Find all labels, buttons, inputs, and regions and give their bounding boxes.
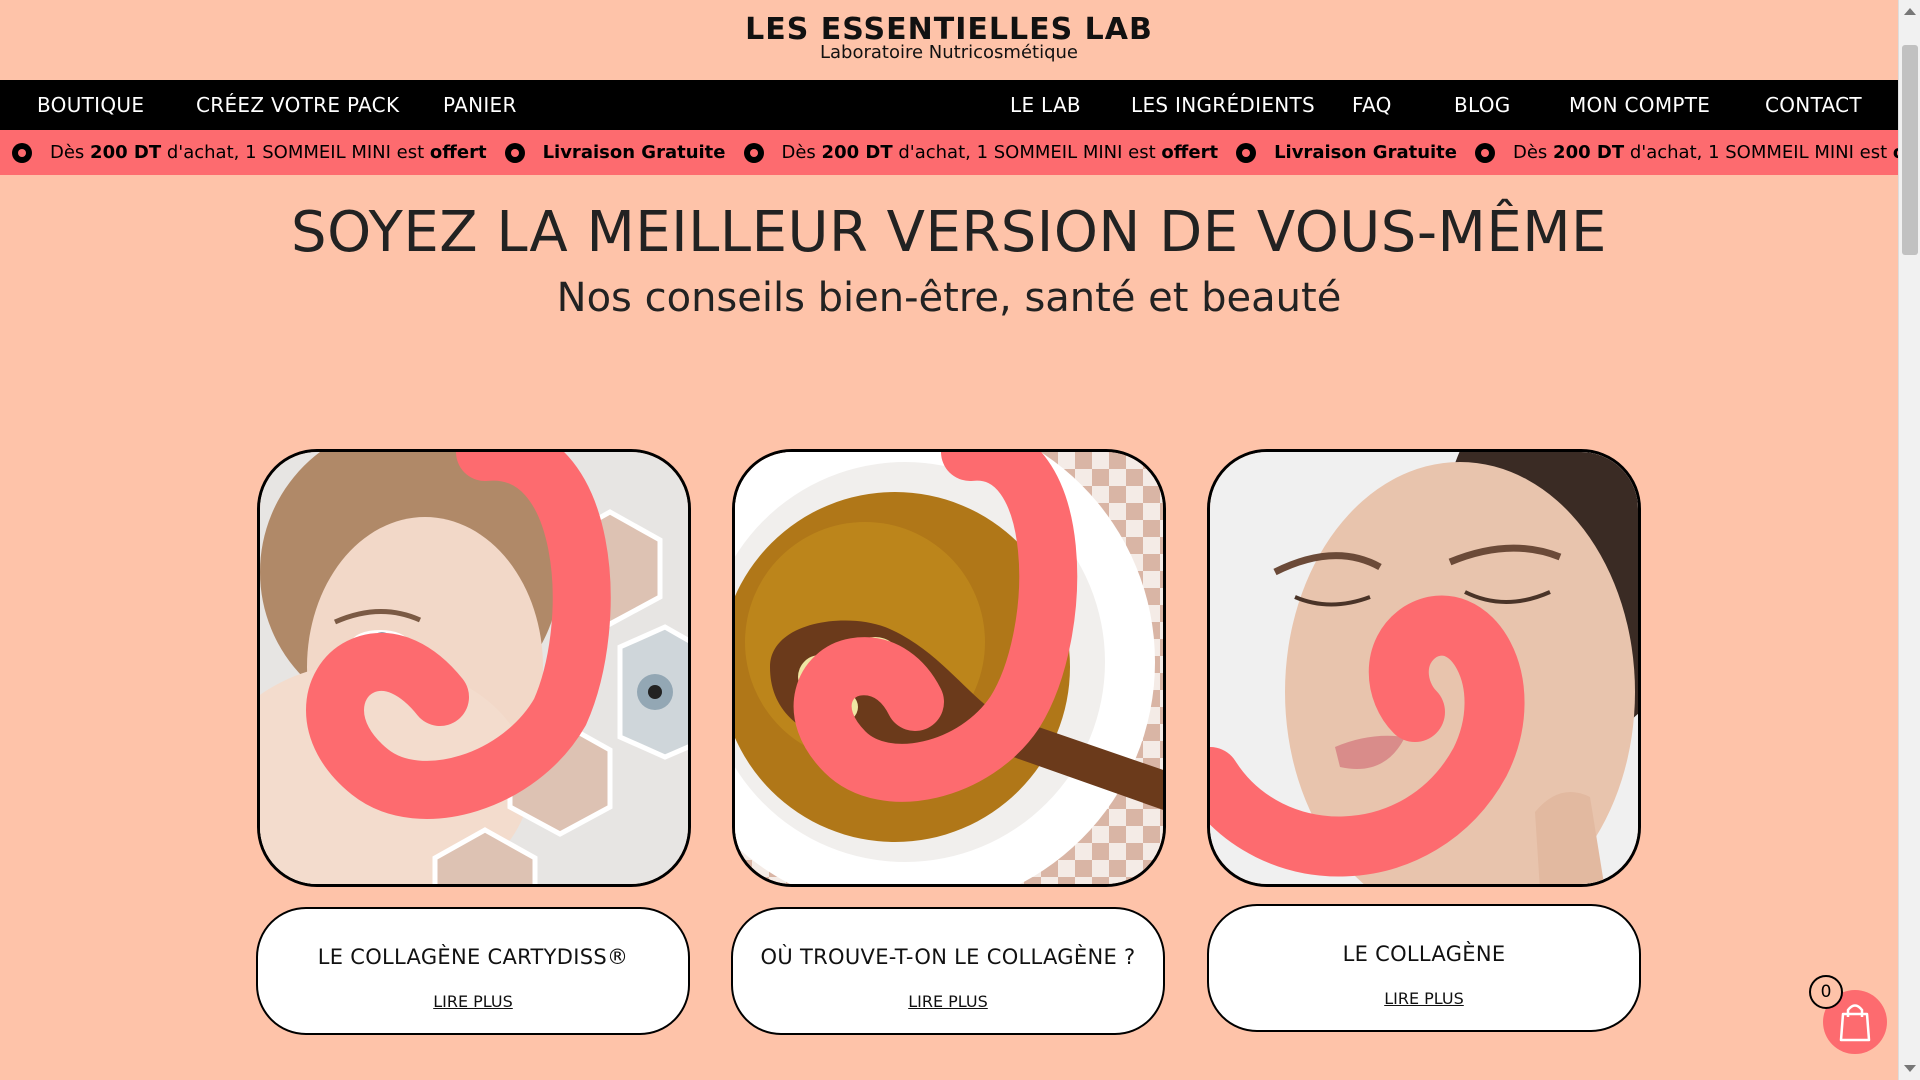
read-more-link[interactable]: LIRE PLUS (733, 992, 1163, 1011)
cart-count-badge: 0 (1809, 975, 1843, 1009)
page-title: SOYEZ LA MEILLEUR VERSION DE VOUS-MÊME (291, 200, 1607, 265)
soup-illustration (735, 452, 1163, 884)
bullet-icon (1475, 142, 1495, 163)
card-title[interactable]: LE COLLAGÈNE CARTYDISS® (258, 945, 688, 969)
nav-item-mon-compte[interactable]: MON COMPTE (1569, 80, 1710, 130)
bullet-icon (12, 142, 32, 163)
nav-item-creez-votre-pack[interactable]: CRÉEZ VOTRE PACK (196, 80, 399, 130)
nav-item-faq[interactable]: FAQ (1352, 80, 1392, 130)
scroll-up-icon[interactable] (1904, 8, 1916, 15)
site-header: LES ESSENTIELLES LAB Laboratoire Nutrico… (0, 0, 1898, 80)
scroll-down-icon[interactable] (1904, 1065, 1916, 1072)
nav-item-panier[interactable]: PANIER (443, 80, 517, 130)
ticker-promo: Dès 200 DT d'achat, 1 SOMMEIL MINI est o… (50, 142, 487, 163)
scroll-thumb[interactable] (1902, 45, 1918, 255)
ticker-promo: Dès 200 DT d'achat, 1 SOMMEIL MINI est o… (1513, 142, 1898, 163)
nav-item-blog[interactable]: BLOG (1454, 80, 1511, 130)
nav-item-les-ingredients[interactable]: LES INGRÉDIENTS (1131, 80, 1315, 130)
woman-skin-illustration (260, 452, 688, 884)
main-nav: BOUTIQUE CRÉEZ VOTRE PACK PANIER LE LAB … (0, 80, 1898, 130)
bullet-icon (743, 142, 764, 163)
logo-subtitle: Laboratoire Nutricosmétique (820, 42, 1078, 63)
promo-ticker: Dès 200 DT d'achat, 1 SOMMEIL MINI est o… (0, 130, 1898, 175)
read-more-link[interactable]: LIRE PLUS (1209, 989, 1639, 1008)
woman-face-illustration (1210, 452, 1638, 884)
card-title[interactable]: LE COLLAGÈNE (1209, 942, 1639, 966)
ticker-track: Dès 200 DT d'achat, 1 SOMMEIL MINI est o… (12, 130, 1898, 175)
bullet-icon (504, 142, 525, 163)
ticker-shipping: Livraison Gratuite (542, 142, 726, 163)
card-image-le-collagene[interactable] (1207, 449, 1641, 887)
nav-item-contact[interactable]: CONTACT (1765, 80, 1862, 130)
ticker-promo: Dès 200 DT d'achat, 1 SOMMEIL MINI est o… (781, 142, 1219, 163)
read-more-link[interactable]: LIRE PLUS (258, 992, 688, 1011)
card-image-collagene-cartydiss[interactable] (257, 449, 691, 887)
nav-item-le-lab[interactable]: LE LAB (1010, 80, 1081, 130)
ticker-shipping: Livraison Gratuite (1274, 142, 1457, 163)
card-le-collagene: LE COLLAGÈNE LIRE PLUS (1207, 904, 1641, 1032)
bullet-icon (1236, 142, 1257, 163)
card-ou-trouve-collagene: OÙ TROUVE-T-ON LE COLLAGÈNE ? LIRE PLUS (731, 907, 1165, 1035)
card-title[interactable]: OÙ TROUVE-T-ON LE COLLAGÈNE ? (733, 945, 1163, 969)
card-image-ou-trouve-collagene[interactable] (732, 449, 1166, 887)
card-collagene-cartydiss: LE COLLAGÈNE CARTYDISS® LIRE PLUS (256, 907, 690, 1035)
page-subtitle: Nos conseils bien-être, santé et beauté (556, 275, 1342, 321)
page-scrollbar[interactable] (1898, 0, 1920, 1080)
nav-item-boutique[interactable]: BOUTIQUE (37, 80, 144, 130)
